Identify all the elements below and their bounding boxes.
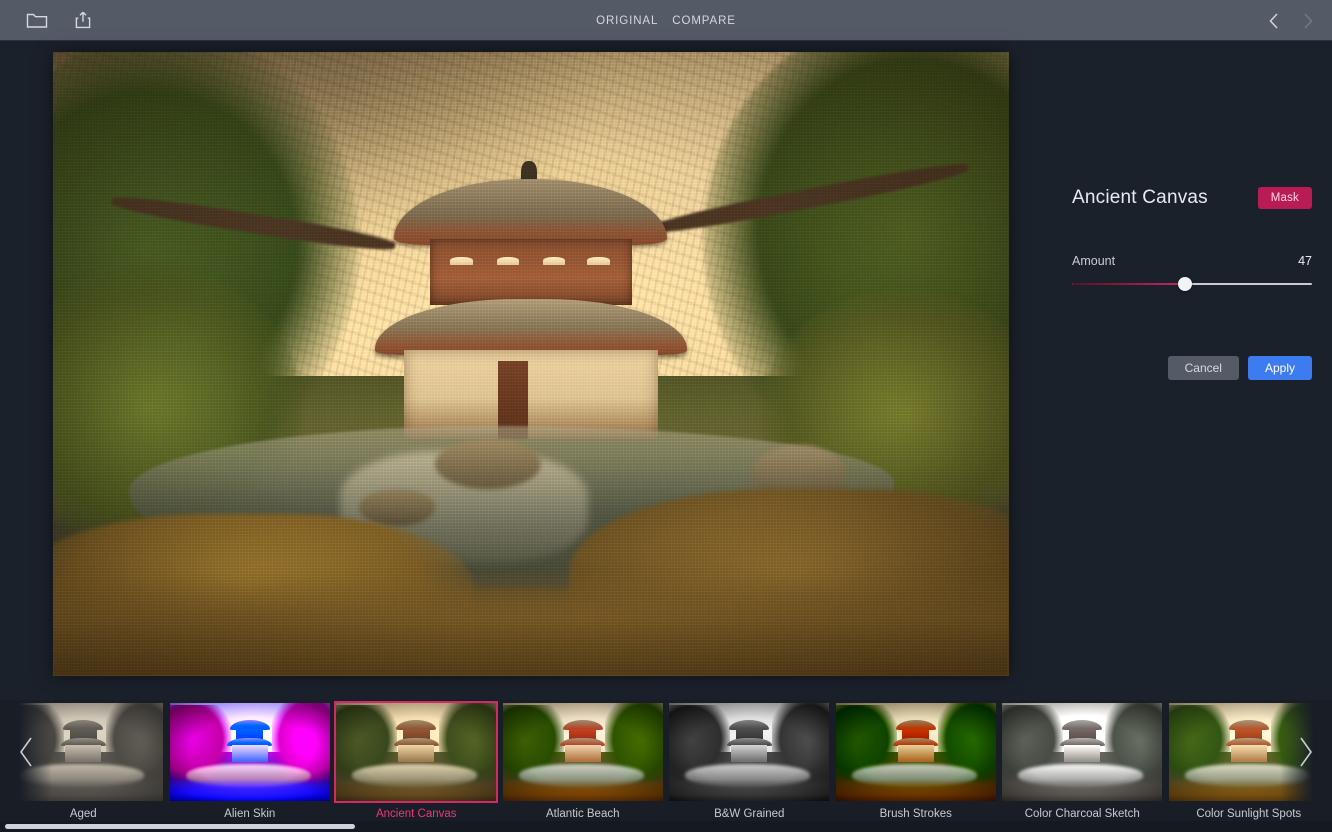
filter-thumbnail-image [170,703,330,801]
top-toolbar: ORIGINAL COMPARE [0,0,1332,41]
edited-photo [53,52,1009,676]
panel-actions: Cancel Apply [1042,356,1312,380]
filter-thumbnail-label: Color Charcoal Sketch [999,808,1166,820]
filter-thumbnail-image [1002,703,1162,801]
share-export-icon[interactable] [68,7,98,33]
filter-thumbnail-image [836,703,996,801]
folder-icon[interactable] [22,7,52,33]
thumbnail-preview [336,703,496,801]
amount-value: 47 [1298,254,1312,268]
image-canvas[interactable] [53,52,1009,676]
chevron-left-icon [13,732,39,772]
filmstrip-prev-button[interactable] [0,700,52,804]
slider-thumb[interactable] [1178,277,1192,291]
thumb-vignette [503,703,663,801]
filter-thumbnail-image [669,703,829,801]
filter-thumbnail-image [336,703,496,801]
thumbnail-preview [170,703,330,801]
filter-thumbnail-alien-skin[interactable]: Alien Skin [167,700,334,804]
chevron-left-icon[interactable] [1264,9,1284,33]
filter-thumbnail-label: B&W Grained [666,808,833,820]
thumbnail-preview [1002,703,1162,801]
view-mode-group: ORIGINAL COMPARE [0,0,1332,41]
amount-slider-labels: Amount 47 [1072,254,1312,268]
toolbar-right-group [1264,0,1318,41]
filter-thumbnail-brush-strokes[interactable]: Brush Strokes [833,700,1000,804]
mask-button[interactable]: Mask [1258,187,1312,209]
filter-thumbnail-label: Atlantic Beach [500,808,667,820]
mode-compare[interactable]: COMPARE [672,15,736,27]
filmstrip-next-button[interactable] [1280,700,1332,804]
filter-thumbnail-label: Color Sunlight Spots [1166,808,1332,820]
filter-thumbnail-label: Brush Strokes [833,808,1000,820]
filter-thumbnail-label: Ancient Canvas [333,808,500,820]
apply-button[interactable]: Apply [1248,356,1312,380]
thumbnail-preview [503,703,663,801]
panel-header: Ancient Canvas Mask [1042,183,1322,213]
filter-thumbnail-image [503,703,663,801]
thumbnail-preview [669,703,829,801]
chevron-right-icon [1293,732,1319,772]
filter-thumbnail-list: AgedAlien SkinAncient CanvasAtlantic Bea… [0,700,1332,804]
filmstrip-scrollbar[interactable] [0,821,1332,832]
filter-thumbnail-label: Alien Skin [167,808,334,820]
thumbnail-preview [836,703,996,801]
thumb-vignette [669,703,829,801]
amount-slider-row: Amount 47 [1072,254,1312,291]
filter-filmstrip: AgedAlien SkinAncient CanvasAtlantic Bea… [0,700,1332,832]
mode-original[interactable]: ORIGINAL [596,15,658,27]
thumb-vignette [170,703,330,801]
filter-thumbnail-color-charcoal-sketch[interactable]: Color Charcoal Sketch [999,700,1166,804]
thumb-vignette [836,703,996,801]
amount-slider[interactable] [1072,277,1312,291]
filter-thumbnail-atlantic-beach[interactable]: Atlantic Beach [500,700,667,804]
slider-fill [1072,283,1185,285]
cancel-button[interactable]: Cancel [1168,356,1239,380]
chevron-right-icon[interactable] [1298,9,1318,33]
photo-grain [53,52,1009,676]
filter-thumbnail-label: Aged [0,808,167,820]
filter-settings-panel: Ancient Canvas Mask Amount 47 Cancel App… [1042,52,1322,612]
app-window: ORIGINAL COMPARE [0,0,1332,832]
thumb-vignette [1002,703,1162,801]
toolbar-left-group [0,7,98,33]
thumb-vignette [336,703,496,801]
panel-title: Ancient Canvas [1072,187,1208,209]
filter-thumbnail-b-w-grained[interactable]: B&W Grained [666,700,833,804]
amount-label: Amount [1072,254,1115,268]
filter-thumbnail-ancient-canvas[interactable]: Ancient Canvas [333,700,500,804]
filmstrip-scrollbar-thumb[interactable] [5,824,355,829]
